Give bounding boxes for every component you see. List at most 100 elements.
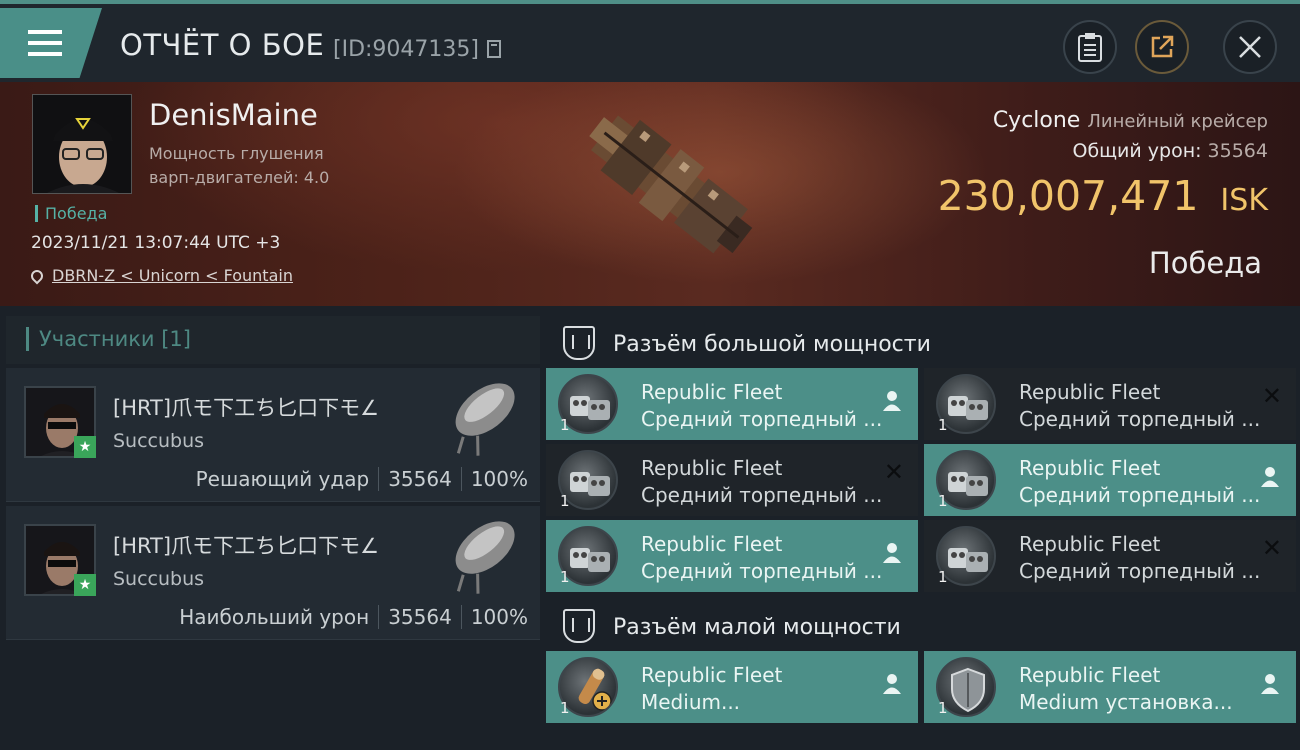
item-quantity: 1 [560,699,570,717]
participant-stats: Решающий удар 35564 100% [196,467,528,491]
menu-button[interactable] [0,8,102,78]
participants-title: Участники [1] [26,327,191,351]
destroyed-item-icon: ✕ [1261,382,1282,410]
item-name-line1: Republic Fleet [641,380,783,404]
divider [460,467,462,491]
item-name-line1: Republic Fleet [641,532,783,556]
pilot-avatar[interactable] [32,94,132,194]
participant-ship: Succubus [113,430,205,452]
divider [378,467,380,491]
victim-ship-name[interactable]: Cyclone Линейный крейсер [993,108,1268,133]
location-pin-icon [28,267,46,285]
participant-damage: 35564 [388,467,452,491]
item-name-line1: Republic Fleet [1019,456,1161,480]
fitting-slot-item[interactable]: 1 Republic Fleet Средний торпедный ... [546,520,918,592]
item-name-line1: Republic Fleet [1019,663,1161,687]
dropped-item-icon [883,674,901,694]
item-name-line2: Средний торпедный ... [641,407,883,431]
fitting-slot-item[interactable]: 1 Republic Fleet Средний торпедный ... ✕ [546,444,918,516]
item-name-line2: Medium... [641,690,741,714]
close-button[interactable] [1223,20,1277,74]
item-quantity: 1 [560,568,570,586]
fitting-slot-item[interactable]: 1 Republic Fleet Medium... [546,651,918,723]
isk-unit: ISK [1220,183,1268,218]
participants-header[interactable]: Участники [1] [6,316,540,364]
item-quantity: 1 [560,492,570,510]
item-name-line1: Republic Fleet [641,456,783,480]
item-name-line2: Средний торпедный ... [1019,483,1261,507]
high-slot-icon [563,326,595,360]
participant-row[interactable]: ★ [HRT]爪モ下工ち匕口下モ∠ Succubus Наибольший ур… [6,506,540,640]
divider [460,605,462,629]
ship-type-name: Cyclone [992,108,1081,133]
star-icon: ★ [74,574,96,596]
participant-stats: Наибольший урон 35564 100% [179,605,528,629]
status-badge: Победа [35,205,107,222]
copy-icon[interactable] [487,40,501,58]
item-name-line1: Republic Fleet [641,663,783,687]
fitting-slot-item[interactable]: 1 Republic Fleet Средний торпедный ... ✕ [924,368,1296,440]
item-quantity: 1 [560,416,570,434]
dropped-item-icon [883,543,901,563]
item-quantity: 1 [938,492,948,510]
pilot-name[interactable]: DenisMaine [149,98,318,132]
participant-name[interactable]: [HRT]爪モ下工ち匕口下モ∠ [113,392,379,422]
succubus-ship-image [455,383,515,456]
item-quantity: 1 [938,568,948,586]
participant-damage: 35564 [388,605,452,629]
fitting-slot-item[interactable]: 1 Republic Fleet Medium установка... [924,651,1296,723]
dropped-item-icon [883,391,901,411]
participants-panel: Участники [1] ★ [HRT]爪モ下工ち匕口下モ∠ Succubus… [0,306,540,750]
share-button[interactable] [1135,20,1189,74]
participant-role: Решающий удар [195,467,370,491]
battlecruiser-ship-image [589,115,753,254]
isk-amount: 230,007,471 [937,172,1199,220]
warp-line-1: Мощность глушения [149,144,324,163]
fitting-slot-item[interactable]: 1 Republic Fleet Средний торпедный ... [546,368,918,440]
total-damage: Общий урон: 35564 [1072,140,1268,162]
participant-name[interactable]: [HRT]爪モ下工ち匕口下モ∠ [113,530,379,560]
ship-class: Линейный крейсер [1087,111,1268,132]
high-slot-section-header: Разъём большой мощности [540,310,1300,372]
item-quantity: 1 [938,699,948,717]
warp-disruption-strength: Мощность глушения варп-двигателей: 4.0 [149,142,329,190]
dropped-item-icon [1261,467,1279,487]
fitting-slot-item[interactable]: 1 Republic Fleet Средний торпедный ... ✕ [924,520,1296,592]
mid-slot-section-header: Разъём малой мощности [540,593,1300,655]
succubus-ship-image [455,521,515,594]
participant-ship: Succubus [113,568,205,590]
header-bar: ОТЧЁТ О БОЕ [ID:9047135] [0,0,1300,82]
destroyed-item-icon: ✕ [1261,534,1282,562]
total-damage-label: Общий урон: [1072,140,1202,162]
item-name-line1: Republic Fleet [1019,380,1161,404]
warp-line-2: варп-двигателей: 4.0 [149,168,330,187]
location-link[interactable]: DBRN-Z < Unicorn < Fountain [52,266,293,285]
participant-role: Наибольший урон [179,605,370,629]
report-id: [ID:9047135] [333,37,479,62]
item-name-line2: Средний торпедный ... [1019,407,1261,431]
page-title: ОТЧЁТ О БОЕ [120,28,325,62]
star-icon: ★ [74,436,96,458]
clipboard-button[interactable] [1063,20,1117,74]
battle-result: Победа [1148,246,1262,280]
hamburger-icon [28,30,62,63]
item-name-line2: Средний торпедный ... [641,559,883,583]
participant-row[interactable]: ★ [HRT]爪モ下工ち匕口下モ∠ Succubus Решающий удар… [6,368,540,502]
item-quantity: 1 [938,416,948,434]
item-name-line1: Republic Fleet [1019,532,1161,556]
pilot-portrait-image [33,95,131,193]
close-icon [1239,36,1261,58]
isk-value: 230,007,471 ISK [938,172,1268,220]
dropped-item-icon [1261,674,1279,694]
mid-slot-icon [563,609,595,643]
participant-percent: 100% [470,467,528,491]
item-name-line2: Средний торпедный ... [641,483,883,507]
total-damage-value: 35564 [1207,140,1268,162]
mid-slot-title: Разъём малой мощности [613,615,901,640]
divider [378,605,380,629]
fitting-panel: Разъём большой мощности 1 Republic Fleet С… [540,306,1300,750]
item-name-line2: Medium установка... [1019,690,1233,714]
share-icon [1151,35,1174,58]
fitting-slot-item[interactable]: 1 Republic Fleet Средний торпедный ... [924,444,1296,516]
battle-location: DBRN-Z < Unicorn < Fountain [28,266,293,285]
